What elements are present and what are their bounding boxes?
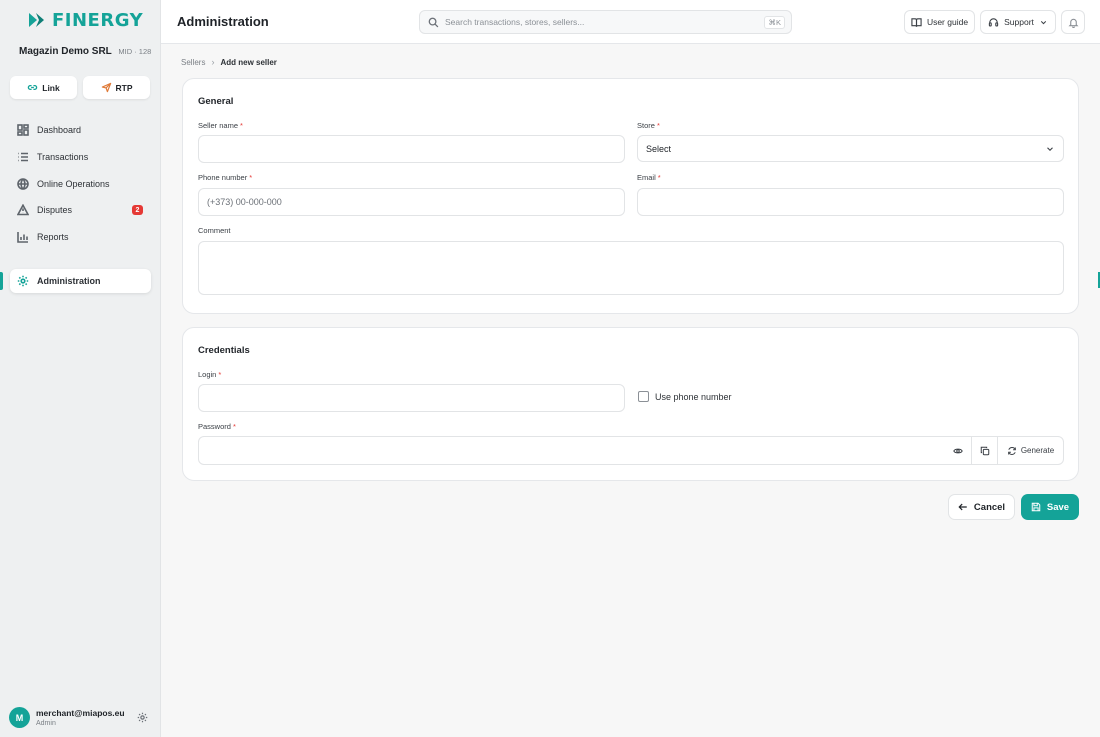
sidebar-item-label: Administration — [37, 276, 101, 286]
email-label: Email * — [637, 173, 661, 182]
top-bar: Administration ⌘K User guide Support — [161, 0, 1100, 44]
support-label: Support — [1004, 17, 1034, 27]
gear-icon — [17, 275, 29, 287]
alert-triangle-icon — [17, 204, 29, 216]
merchant-name: Magazin Demo SRL MID · 128 — [19, 46, 151, 57]
phone-number-label: Phone number * — [198, 173, 253, 182]
login-label: Login * — [198, 370, 222, 379]
phone-number-input[interactable] — [198, 188, 625, 216]
bell-icon — [1068, 18, 1078, 28]
sidebar-item-label: Online Operations — [37, 179, 110, 189]
sidebar-item-dashboard[interactable]: Dashboard — [10, 118, 151, 142]
send-icon — [101, 82, 111, 93]
copy-icon — [980, 446, 989, 455]
rtp-button[interactable]: RTP — [83, 76, 150, 99]
sidebar: FINERGY Magazin Demo SRL MID · 128 Link … — [0, 0, 161, 737]
search-icon — [428, 17, 439, 27]
disputes-count-badge: 2 — [132, 205, 143, 215]
sidebar-item-label: Dashboard — [37, 125, 82, 135]
comment-label: Comment — [198, 226, 231, 235]
dashboard-icon — [17, 124, 29, 136]
sidebar-item-online-operations[interactable]: Online Operations — [10, 172, 151, 196]
toggle-password-visibility-button[interactable] — [945, 437, 971, 464]
arrow-left-icon — [958, 503, 967, 511]
link-button[interactable]: Link — [10, 76, 77, 99]
finergy-logo-icon — [29, 13, 44, 27]
notifications-button[interactable] — [1061, 10, 1085, 34]
eye-icon — [953, 448, 963, 453]
breadcrumb-separator: › — [211, 57, 215, 67]
user-email: merchant@miapos.eu — [36, 708, 125, 718]
email-input[interactable] — [637, 188, 1064, 216]
sidebar-item-label: Reports — [37, 232, 69, 242]
store-label: Store * — [637, 121, 660, 130]
headset-icon — [988, 17, 999, 26]
list-icon — [18, 152, 28, 162]
chevron-down-icon — [1040, 20, 1046, 24]
generate-label: Generate — [1020, 446, 1055, 455]
merchant-mid: MID · 128 — [118, 47, 152, 56]
support-button[interactable]: Support — [980, 10, 1056, 34]
seller-name-label: Seller name * — [198, 121, 243, 130]
credentials-card: Credentials Login * Use phone number Pass… — [182, 327, 1079, 481]
search-shortcut: ⌘K — [764, 15, 785, 29]
refresh-icon — [1007, 446, 1016, 455]
copy-password-button[interactable] — [971, 437, 997, 464]
breadcrumb-sellers-link[interactable]: Sellers — [181, 58, 205, 67]
cancel-button[interactable]: Cancel — [948, 494, 1015, 520]
user-role: Admin — [36, 720, 56, 727]
credentials-section-title: Credentials — [198, 345, 250, 356]
breadcrumb-current: Add new seller — [220, 57, 277, 67]
user-profile[interactable]: M merchant@miapos.eu Admin — [9, 707, 125, 728]
save-icon — [1031, 502, 1041, 512]
sidebar-item-administration[interactable]: Administration — [10, 269, 151, 293]
login-input[interactable] — [198, 384, 625, 412]
avatar: M — [9, 707, 30, 728]
general-section-title: General — [198, 96, 234, 107]
store-select[interactable]: Select — [637, 135, 1064, 162]
password-field: Generate — [198, 436, 1064, 465]
comment-textarea[interactable] — [198, 241, 1064, 295]
chevron-down-icon — [1047, 146, 1053, 151]
globe-icon — [17, 178, 29, 190]
use-phone-number-label: Use phone number — [655, 391, 732, 402]
store-select-value: Select — [646, 143, 672, 154]
merchant-title: Magazin Demo SRL — [19, 46, 112, 57]
sidebar-item-transactions[interactable]: Transactions — [10, 145, 151, 169]
book-icon — [911, 17, 922, 27]
brand-name: FINERGY — [52, 9, 144, 31]
page-title: Administration — [177, 14, 269, 29]
sidebar-item-label: Disputes — [37, 205, 73, 215]
brand-logo[interactable]: FINERGY — [28, 9, 144, 31]
save-button[interactable]: Save — [1021, 494, 1079, 520]
user-guide-label: User guide — [926, 17, 969, 27]
sidebar-item-reports[interactable]: Reports — [10, 225, 151, 249]
link-icon — [28, 85, 38, 90]
save-label: Save — [1046, 501, 1070, 513]
search-bar[interactable]: ⌘K — [419, 10, 792, 34]
checkbox-box[interactable] — [638, 391, 649, 402]
password-input[interactable] — [199, 437, 945, 464]
cancel-label: Cancel — [973, 501, 1006, 513]
sidebar-item-label: Transactions — [37, 152, 89, 162]
user-guide-button[interactable]: User guide — [904, 10, 975, 34]
use-phone-number-checkbox[interactable]: Use phone number — [638, 391, 732, 402]
search-input[interactable] — [445, 17, 759, 27]
active-indicator — [0, 272, 3, 290]
password-label: Password * — [198, 422, 236, 431]
link-button-label: Link — [42, 82, 60, 93]
general-card: General Seller name * Store * Select Phone… — [182, 78, 1079, 314]
seller-name-input[interactable] — [198, 135, 625, 163]
user-settings-gear-icon[interactable] — [137, 712, 148, 723]
breadcrumb: Sellers › Add new seller — [181, 57, 277, 67]
rtp-button-label: RTP — [115, 82, 133, 93]
sidebar-item-disputes[interactable]: Disputes 2 — [10, 198, 151, 222]
generate-password-button[interactable]: Generate — [997, 437, 1063, 464]
bar-chart-icon — [17, 232, 28, 243]
